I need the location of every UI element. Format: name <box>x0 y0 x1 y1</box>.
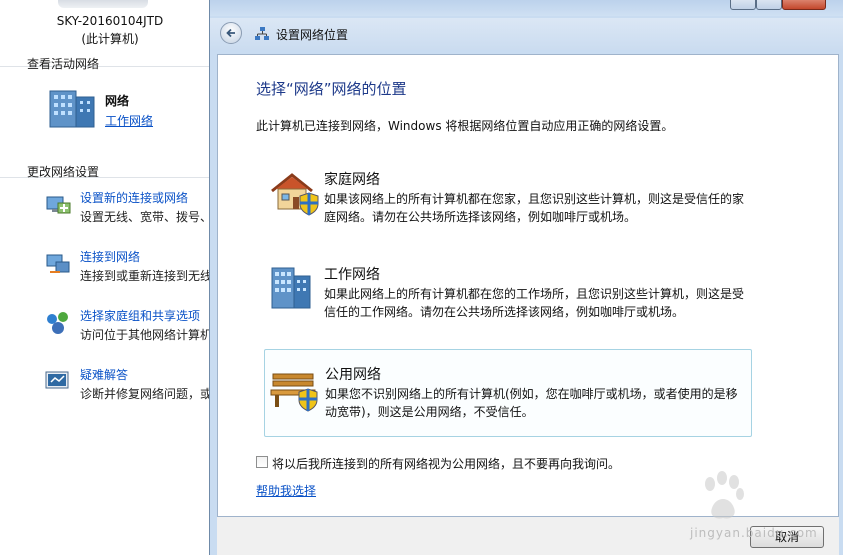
computer-name: SKY-20160104JTD <box>56 14 164 28</box>
help-me-choose-link[interactable]: 帮助我选择 <box>256 482 316 499</box>
task-homegroup[interactable]: 选择家庭组和共享选项 访问位于其他网络计算机 <box>44 307 214 351</box>
task-desc: 连接到或重新连接到无线 <box>80 269 213 283</box>
public-network-icon <box>270 373 318 412</box>
back-arrow-icon <box>226 28 235 38</box>
close-button[interactable] <box>782 0 826 10</box>
home-network-icon <box>271 173 319 216</box>
task-new-connection[interactable]: 设置新的连接或网络 设置无线、宽带、拨号、 <box>44 189 214 233</box>
watermark-url: jingyan.baidu.com <box>690 526 818 540</box>
dialog-title: 设置网络位置 <box>276 28 349 42</box>
task-troubleshoot[interactable]: 疑难解答 诊断并修复网络问题，或 <box>44 366 214 410</box>
active-networks-title: 查看活动网络 <box>27 57 100 71</box>
task-connect-network[interactable]: 连接到网络 连接到或重新连接到无线 <box>44 248 214 292</box>
option-work-network[interactable]: 工作网络 如果此网络上的所有计算机都在您的工作场所，且您识别这些计算机，则这是受… <box>264 250 752 338</box>
homegroup-icon <box>47 312 68 334</box>
network-name: 网络 <box>105 94 130 108</box>
window-caption-buttons <box>730 0 843 10</box>
intro-text: 此计算机已连接到网络，Windows 将根据网络位置自动应用正确的网络设置。 <box>256 119 674 133</box>
option-title: 公用网络 <box>325 367 381 383</box>
task-link[interactable]: 连接到网络 <box>80 248 140 265</box>
task-link[interactable]: 疑难解答 <box>80 366 128 383</box>
computer-label: SKY-20160104JTD (此计算机) <box>30 12 190 48</box>
computer-icon <box>58 0 148 8</box>
task-desc: 访问位于其他网络计算机 <box>80 328 213 342</box>
page-heading: 选择“网络”网络的位置 <box>256 80 407 98</box>
option-title: 工作网络 <box>324 267 380 283</box>
new-connection-icon <box>46 196 71 214</box>
option-desc: 如果此网络上的所有计算机都在您的工作场所，且您识别这些计算机，则这是受信任的工作… <box>324 287 745 319</box>
task-desc: 设置无线、宽带、拨号、 <box>80 210 213 224</box>
change-settings-title: 更改网络设置 <box>27 165 100 179</box>
treat-all-public-checkbox[interactable] <box>256 456 268 468</box>
wizard-header: 设置网络位置 <box>210 18 843 50</box>
task-link[interactable]: 选择家庭组和共享选项 <box>80 307 200 324</box>
maximize-button[interactable] <box>756 0 782 10</box>
back-button[interactable] <box>220 22 242 44</box>
option-desc: 如果该网络上的所有计算机都在您家，且您识别这些计算机，则这是受信任的家庭网络。请… <box>324 192 745 224</box>
network-type-link[interactable]: 工作网络 <box>105 112 153 129</box>
network-icon <box>255 27 269 40</box>
work-building-icon <box>49 90 95 128</box>
treat-all-public-label[interactable]: 将以后我所连接到的所有网络视为公用网络，且不要再向我询问。 <box>272 455 620 472</box>
option-home-network[interactable]: 家庭网络 如果该网络上的所有计算机都在您家，且您识别这些计算机，则这是受信任的家… <box>264 155 752 243</box>
minimize-button[interactable] <box>730 0 756 10</box>
wizard-content: 选择“网络”网络的位置 此计算机已连接到网络，Windows 将根据网络位置自动… <box>217 54 839 517</box>
troubleshoot-icon <box>45 371 69 389</box>
work-network-icon <box>271 267 311 309</box>
task-link[interactable]: 设置新的连接或网络 <box>80 189 188 206</box>
computer-sub: (此计算机) <box>81 32 139 46</box>
option-desc: 如果您不识别网络上的所有计算机(例如，您在咖啡厅或机场，或者使用的是移动宽带)，… <box>325 387 738 419</box>
option-title: 家庭网络 <box>324 172 380 188</box>
option-public-network[interactable]: 公用网络 如果您不识别网络上的所有计算机(例如，您在咖啡厅或机场，或者使用的是移… <box>264 349 752 437</box>
task-desc: 诊断并修复网络问题，或 <box>80 387 213 401</box>
connect-network-icon <box>46 254 70 273</box>
